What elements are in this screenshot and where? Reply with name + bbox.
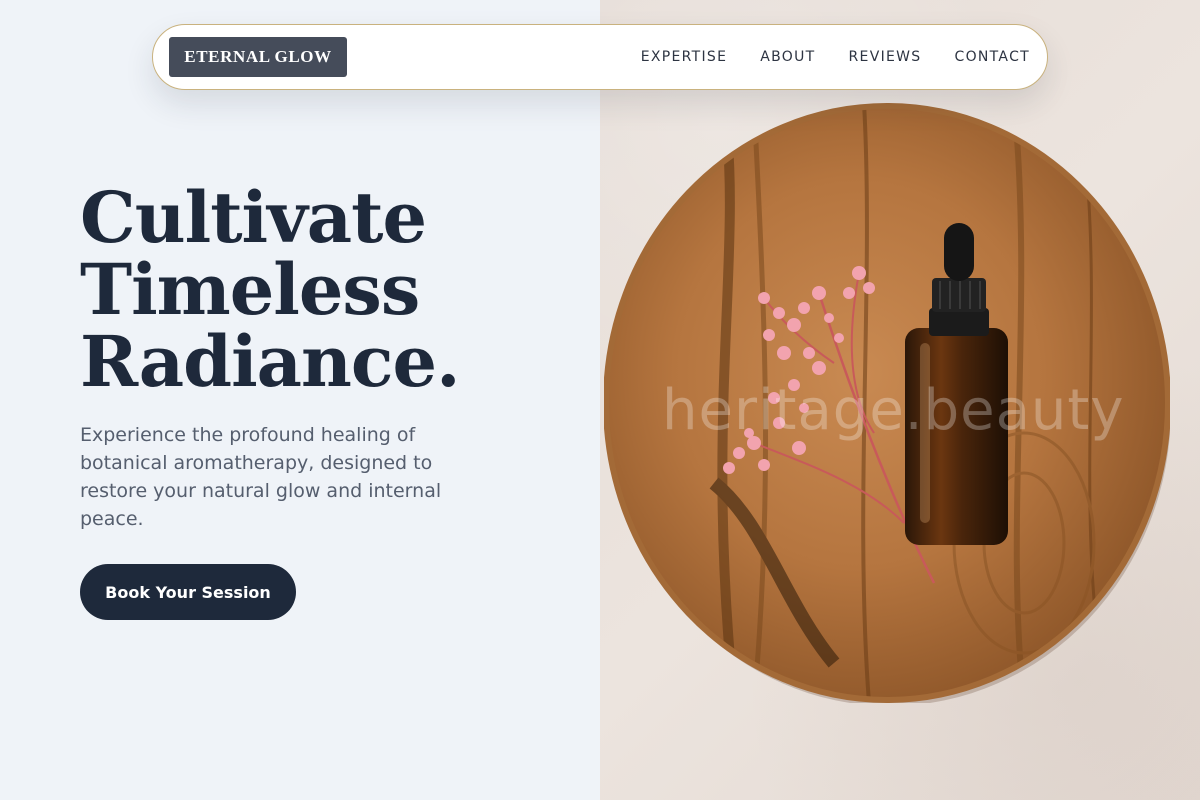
brand-logo[interactable]: ETERNAL GLOW [169,37,347,77]
hero-image: heritage.beauty [600,0,1200,800]
nav-link-reviews[interactable]: REVIEWS [849,49,922,65]
nav-link-about[interactable]: ABOUT [760,49,815,65]
hero-title: Cultivate Timeless Radiance. [80,182,580,398]
hero-description: Experience the profound healing of botan… [80,424,442,530]
hero-title-line: Cultivate [80,176,427,259]
navbar: ETERNAL GLOW EXPERTISE ABOUT REVIEWS CON… [152,24,1048,90]
hero-title-line: Timeless [80,248,420,331]
nav-link-expertise[interactable]: EXPERTISE [641,49,728,65]
nav-link-contact[interactable]: CONTACT [955,49,1031,65]
hero-left-panel: Cultivate Timeless Radiance. Experience … [0,0,600,800]
book-session-button[interactable]: Book Your Session [80,564,296,620]
watermark-text: heritage.beauty [662,378,1125,443]
nav-links: EXPERTISE ABOUT REVIEWS CONTACT [641,25,1030,89]
hero-title-line: Radiance. [80,320,460,403]
